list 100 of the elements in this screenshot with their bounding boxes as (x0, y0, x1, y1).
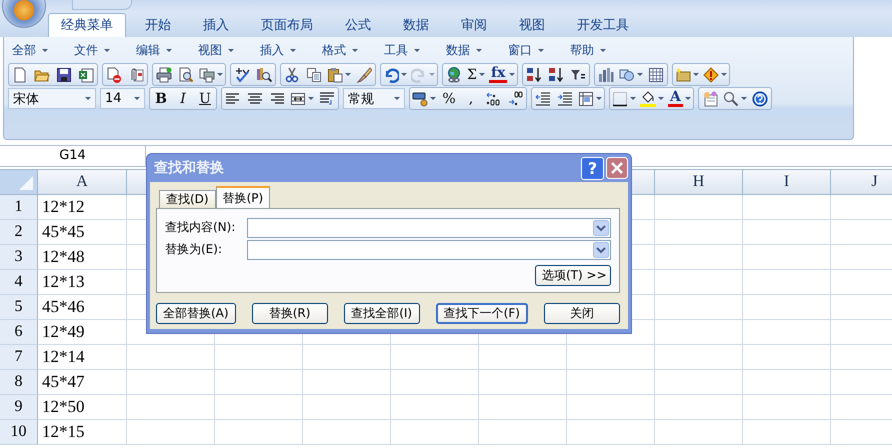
row-header[interactable]: 7 (0, 345, 38, 370)
caret-icon[interactable] (345, 73, 351, 76)
menu-item[interactable]: 窗口 (504, 42, 566, 58)
research-icon (256, 66, 272, 82)
dropdown-arrow-icon[interactable] (228, 48, 234, 52)
dropdown-arrow-icon[interactable] (166, 48, 172, 52)
italic-button[interactable]: I (172, 88, 194, 109)
dropdown-field[interactable]: 宋体 (8, 88, 96, 109)
caret-icon[interactable] (740, 97, 747, 100)
column-header[interactable]: J (831, 170, 892, 195)
toolbar-button[interactable]: % (438, 88, 460, 109)
brush-icon (356, 66, 372, 82)
menu-item[interactable]: 文件 (70, 42, 132, 58)
menu-item[interactable]: 帮助 (566, 42, 628, 58)
caret-icon[interactable] (684, 97, 691, 100)
caret-icon[interactable] (658, 97, 664, 100)
font-color-button[interactable]: A (666, 88, 693, 109)
options-button[interactable]: 选项(T) >> (535, 265, 611, 286)
dialog-button[interactable]: 全部替换(A) (156, 303, 236, 324)
caret-icon[interactable] (637, 73, 644, 76)
ribbon-tab[interactable]: 公式 (332, 13, 384, 37)
menu-item[interactable]: 视图 (194, 42, 256, 58)
table-grid-icon (648, 66, 664, 82)
column-header[interactable]: A (38, 170, 127, 195)
dropdown-field[interactable]: 常规 (343, 88, 405, 109)
decrease-decimal-icon (507, 90, 523, 106)
dropdown-arrow-icon[interactable] (538, 48, 544, 52)
row-header[interactable]: 8 (0, 370, 38, 395)
column-header[interactable]: H (655, 170, 743, 195)
row-header[interactable]: 6 (0, 320, 38, 345)
dialog-button[interactable]: 关闭 (544, 303, 620, 324)
row-header[interactable]: 4 (0, 270, 38, 295)
spreadsheet-file-icon (78, 66, 94, 82)
combo-field[interactable] (247, 240, 611, 260)
dropdown-field[interactable]: 14 (100, 88, 145, 109)
ribbon-tab[interactable]: 页面布局 (248, 13, 326, 37)
dropdown-arrow-icon[interactable] (134, 97, 140, 100)
table-cell: 45*47 (38, 370, 127, 395)
dropdown-arrow-icon[interactable] (476, 48, 482, 52)
caret-icon[interactable] (630, 97, 636, 100)
document-delete-icon (106, 66, 122, 82)
bar-chart-icon (598, 66, 614, 82)
ribbon-tab[interactable]: 经典菜单 (48, 13, 126, 37)
menu-item[interactable]: 编辑 (132, 42, 194, 58)
dropdown-arrow-icon[interactable] (600, 48, 606, 52)
dialog-tab[interactable]: 替换(P) (216, 186, 270, 208)
row-header[interactable]: 10 (0, 420, 38, 445)
row-header[interactable]: 2 (0, 220, 38, 245)
toolbar-button[interactable]: Σ (465, 64, 487, 85)
row-header[interactable]: 3 (0, 245, 38, 270)
field-label: 替换为(E): (165, 241, 223, 258)
printer-icon (156, 66, 172, 82)
font-color-button[interactable]: fx (487, 64, 518, 85)
column-header[interactable]: I (743, 170, 831, 195)
ribbon-tab[interactable]: 开发工具 (564, 13, 642, 37)
dropdown-arrow-icon[interactable] (414, 48, 420, 52)
caret-icon[interactable] (693, 73, 700, 76)
bold-button[interactable]: B (150, 88, 172, 109)
row-header[interactable]: 1 (0, 195, 38, 220)
table-cell: 12*15 (38, 420, 127, 445)
help-icon (752, 90, 768, 106)
dialog-button[interactable]: 替换(R) (252, 303, 328, 324)
dropdown-arrow-icon[interactable] (104, 48, 110, 52)
table-cell: 45*46 (38, 295, 127, 320)
dialog-button[interactable]: 查找全部(I) (344, 303, 420, 324)
ribbon-tab[interactable]: 视图 (506, 13, 558, 37)
help-button[interactable]: ? (581, 156, 604, 180)
row-header[interactable]: 5 (0, 295, 38, 320)
underline-button[interactable]: U (194, 88, 216, 109)
caret-icon[interactable] (308, 97, 314, 100)
ribbon-tab[interactable]: 插入 (190, 13, 242, 37)
close-icon[interactable] (606, 156, 628, 178)
dropdown-arrow-icon[interactable] (85, 97, 91, 100)
caret-icon[interactable] (430, 97, 436, 100)
dropdown-arrow-icon[interactable] (290, 48, 296, 52)
row-header[interactable]: 9 (0, 395, 38, 420)
folder-star-icon (675, 66, 692, 82)
ribbon-tab[interactable]: 审阅 (448, 13, 500, 37)
dropdown-arrow-icon[interactable] (352, 48, 358, 52)
menu-item[interactable]: 格式 (318, 42, 380, 58)
toolbar-button[interactable]: , (460, 88, 482, 109)
caret-icon[interactable] (509, 73, 516, 76)
dialog-button[interactable]: 查找下一个(F) (436, 303, 528, 324)
caret-icon[interactable] (478, 73, 485, 76)
menu-item[interactable]: 工具 (380, 42, 442, 58)
table-cell: 45*45 (38, 220, 127, 245)
ribbon-tab[interactable]: 开始 (132, 13, 184, 37)
table-cell: 12*48 (38, 245, 127, 270)
combo-field[interactable] (247, 218, 611, 238)
menu-item[interactable]: 全部 (8, 42, 70, 58)
dialog-tab[interactable]: 查找(D) (159, 190, 216, 208)
caret-icon[interactable] (217, 73, 223, 76)
dropdown-arrow-icon[interactable] (42, 48, 48, 52)
menu-item[interactable]: 数据 (442, 42, 504, 58)
menu-item[interactable]: 插入 (256, 42, 318, 58)
dropdown-arrow-icon[interactable] (394, 97, 400, 100)
ribbon-tab[interactable]: 数据 (390, 13, 442, 37)
caret-icon[interactable] (721, 73, 728, 76)
caret-icon[interactable] (596, 97, 602, 100)
caret-icon[interactable] (401, 73, 407, 76)
